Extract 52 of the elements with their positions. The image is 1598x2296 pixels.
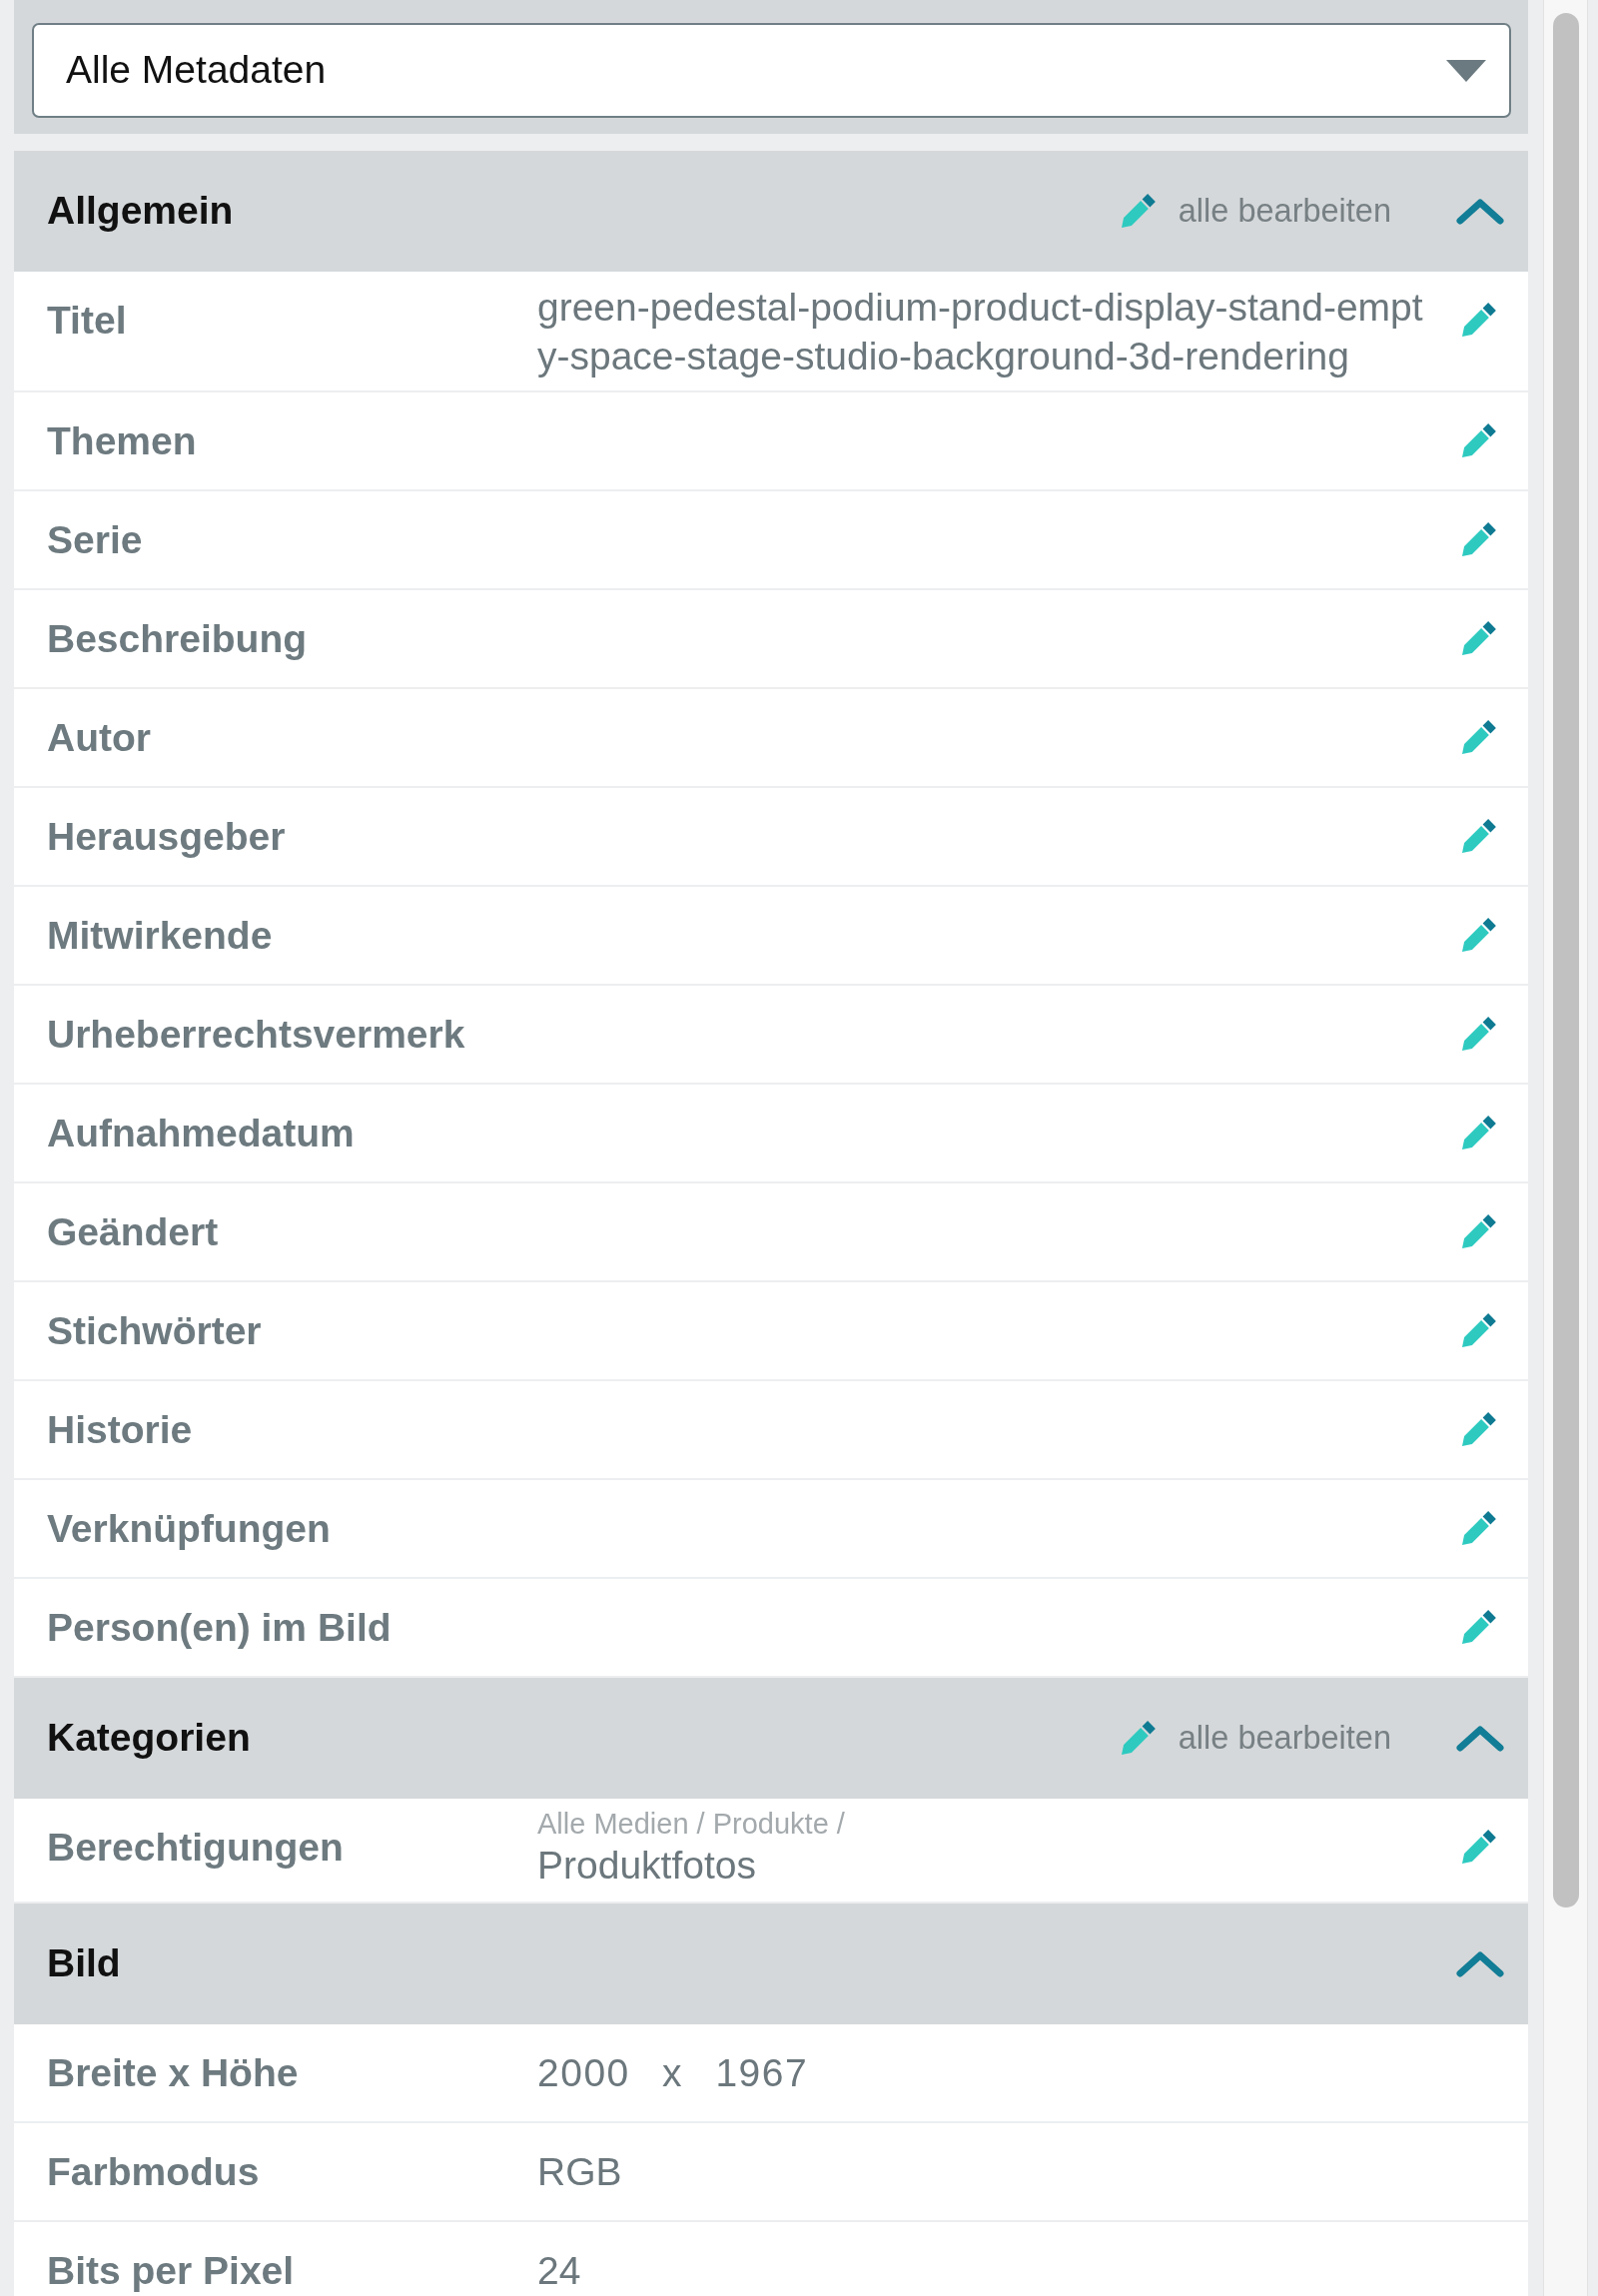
section-title: Bild [47, 1940, 121, 1987]
field-label: Bits per Pixel [47, 2249, 295, 2292]
field-label: Verknüpfungen [47, 1507, 331, 1550]
pencil-icon[interactable] [1460, 1412, 1496, 1448]
chevron-up-icon[interactable] [1456, 1725, 1504, 1752]
field-value: green-pedestal-podium-product-display-stand-empty-space-stage-studio-background-3d-rendering [537, 286, 1423, 378]
field-value: RGB [537, 2150, 622, 2193]
pencil-icon [1119, 1720, 1156, 1757]
edit-all-button[interactable]: alle bearbeiten [1119, 1714, 1391, 1763]
section-title: Allgemein [47, 188, 234, 235]
chevron-up-icon[interactable] [1456, 198, 1504, 225]
field-label: Themen [47, 419, 197, 462]
section-title: Kategorien [47, 1715, 251, 1762]
edit-all-button[interactable]: alle bearbeiten [1119, 187, 1391, 236]
caret-down-icon [1446, 59, 1486, 82]
field-label: Autor [47, 716, 151, 759]
metadata-filter-dropdown[interactable]: Alle Metadaten [32, 23, 1511, 118]
pencil-icon[interactable] [1460, 423, 1496, 459]
field-label: Aufnahmedatum [47, 1112, 355, 1154]
pencil-icon[interactable] [1460, 720, 1496, 756]
field-label: Geändert [47, 1210, 219, 1253]
pencil-icon[interactable] [1460, 303, 1496, 339]
field-label: Historie [47, 1408, 193, 1451]
field-label: Person(en) im Bild [47, 1606, 392, 1649]
pencil-icon[interactable] [1460, 819, 1496, 855]
pencil-icon[interactable] [1460, 1214, 1496, 1250]
pencil-icon[interactable] [1460, 1116, 1496, 1151]
pencil-icon[interactable] [1460, 621, 1496, 657]
pencil-icon[interactable] [1460, 918, 1496, 954]
pencil-icon[interactable] [1460, 522, 1496, 558]
pencil-icon[interactable] [1460, 1017, 1496, 1053]
field-value: Produktfotos [537, 1844, 756, 1887]
field-label: Farbmodus [47, 2150, 260, 2193]
category-path: Alle Medien / Produkte / [537, 1808, 845, 1840]
pencil-icon[interactable] [1460, 1511, 1496, 1547]
field-label: Mitwirkende [47, 914, 273, 957]
field-value: 2000 x 1967 [537, 2051, 809, 2094]
pencil-icon[interactable] [1460, 1610, 1496, 1646]
field-label: Berechtigungen [47, 1826, 344, 1869]
field-label: Beschreibung [47, 617, 308, 660]
scrollbar-thumb[interactable] [1552, 13, 1579, 1908]
pencil-icon[interactable] [1460, 1830, 1496, 1866]
field-value: 24 [537, 2249, 581, 2292]
chevron-up-icon[interactable] [1456, 1950, 1504, 1977]
pencil-icon[interactable] [1460, 1313, 1496, 1349]
pencil-icon [1119, 193, 1156, 230]
field-label: Serie [47, 518, 143, 561]
field-label: Stichwörter [47, 1309, 262, 1352]
field-label: Titel [47, 299, 127, 342]
field-label: Urheberrechtsvermerk [47, 1013, 465, 1056]
field-label: Breite x Höhe [47, 2051, 299, 2094]
field-label: Herausgeber [47, 815, 286, 858]
